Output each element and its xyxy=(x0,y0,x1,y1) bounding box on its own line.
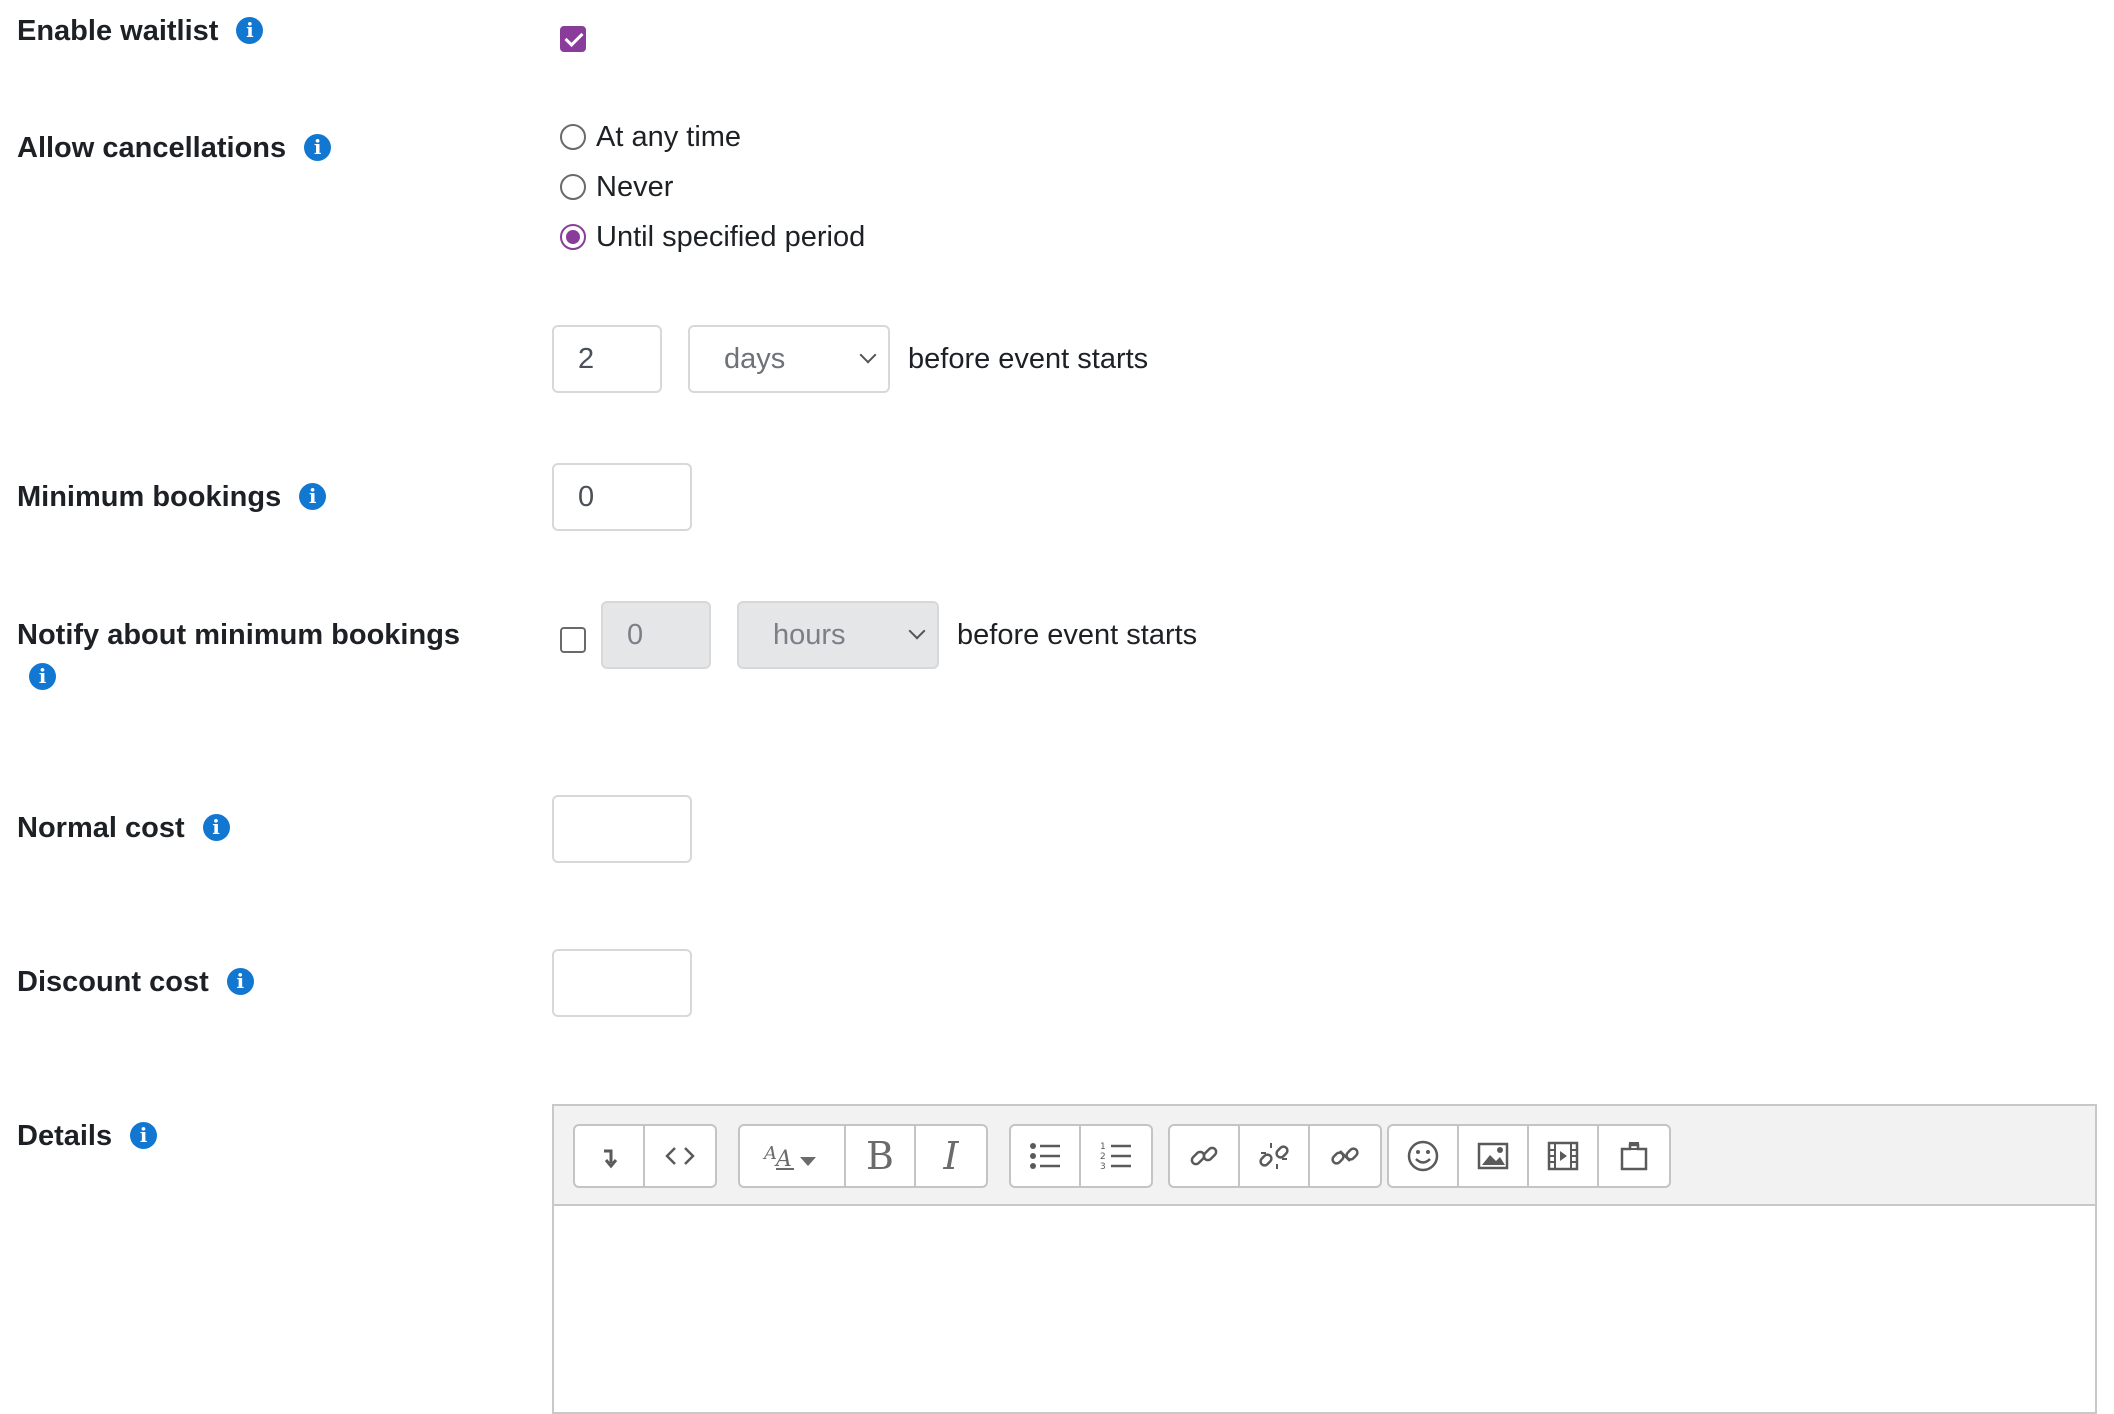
toolbar-group xyxy=(1387,1124,1671,1188)
emoji-icon[interactable] xyxy=(1389,1126,1459,1186)
radio-never[interactable]: Never xyxy=(560,167,673,207)
html-icon[interactable] xyxy=(645,1126,715,1186)
media-icon[interactable] xyxy=(1529,1126,1599,1186)
italic-icon[interactable]: I xyxy=(916,1126,986,1186)
notify-suffix: before event starts xyxy=(957,619,1198,651)
info-icon[interactable]: i xyxy=(130,1121,158,1149)
unordered-list-icon[interactable] xyxy=(1011,1126,1081,1186)
info-icon[interactable]: i xyxy=(236,16,264,44)
info-icon[interactable]: i xyxy=(29,662,56,690)
details-label: Details i xyxy=(17,1119,158,1153)
unlink-icon[interactable] xyxy=(1240,1126,1310,1186)
chevron-down-icon xyxy=(859,346,877,364)
cancellation-suffix: before event starts xyxy=(908,343,1149,375)
discount-cost-text: Discount cost xyxy=(17,966,209,998)
minimum-bookings-text: Minimum bookings xyxy=(17,481,282,513)
info-icon[interactable]: i xyxy=(226,967,254,995)
radio-label: Never xyxy=(596,170,674,203)
image-icon[interactable] xyxy=(1459,1126,1529,1186)
details-editor[interactable]: AA B I 123 xyxy=(552,1104,2097,1414)
radio-at-any-time[interactable]: At any time xyxy=(560,117,741,157)
font-size-icon[interactable]: AA xyxy=(740,1126,846,1186)
select-value: days xyxy=(724,343,786,375)
allow-cancellations-text: Allow cancellations xyxy=(17,132,287,164)
details-text: Details xyxy=(17,1120,113,1152)
cancellation-period-input[interactable]: 2 xyxy=(552,325,662,393)
minimum-bookings-input[interactable]: 0 xyxy=(552,463,692,531)
svg-text:2: 2 xyxy=(1100,1152,1106,1162)
ordered-list-icon[interactable]: 123 xyxy=(1081,1126,1151,1186)
notify-minimum-bookings-text: Notify about minimum bookings xyxy=(17,619,461,651)
toolbar-group xyxy=(573,1124,717,1188)
radio-until-specified-period[interactable]: Until specified period xyxy=(560,217,865,257)
info-icon[interactable]: i xyxy=(304,133,332,161)
notify-value-input[interactable]: 0 xyxy=(601,601,711,669)
italic-glyph: I xyxy=(943,1134,959,1178)
info-icon[interactable]: i xyxy=(202,813,230,841)
normal-cost-input[interactable] xyxy=(552,795,692,863)
discount-cost-input[interactable] xyxy=(552,949,692,1017)
radio-label: Until specified period xyxy=(596,220,866,253)
enable-waitlist-text: Enable waitlist xyxy=(17,15,219,47)
notify-minimum-bookings-checkbox[interactable] xyxy=(560,627,586,653)
radio-button[interactable] xyxy=(560,124,586,150)
info-icon[interactable]: i xyxy=(299,482,327,510)
notify-minimum-bookings-label: Notify about minimum bookings i xyxy=(17,614,487,698)
bold-glyph: B xyxy=(866,1134,894,1178)
svg-text:1: 1 xyxy=(1100,1142,1106,1152)
normal-cost-label: Normal cost i xyxy=(17,811,230,845)
allow-cancellations-label: Allow cancellations i xyxy=(17,131,332,165)
enable-waitlist-label: Enable waitlist i xyxy=(17,14,264,48)
svg-text:A: A xyxy=(762,1143,777,1164)
enable-waitlist-checkbox[interactable] xyxy=(560,26,586,52)
notify-unit-select[interactable]: hours xyxy=(737,601,939,669)
minimum-bookings-label: Minimum bookings i xyxy=(17,480,327,514)
radio-button[interactable] xyxy=(560,224,586,250)
chevron-down-icon xyxy=(908,622,926,640)
radio-label: At any time xyxy=(596,120,742,153)
collapse-icon[interactable] xyxy=(575,1126,645,1186)
editor-toolbar: AA B I 123 xyxy=(554,1106,2095,1206)
select-value: hours xyxy=(773,619,846,651)
discount-cost-label: Discount cost i xyxy=(17,965,254,999)
recordrtc-icon[interactable] xyxy=(1599,1126,1669,1186)
toolbar-group xyxy=(1168,1124,1382,1188)
svg-text:3: 3 xyxy=(1100,1162,1106,1172)
link-icon[interactable] xyxy=(1170,1126,1240,1186)
editor-content-area[interactable] xyxy=(554,1206,2095,1406)
toolbar-group: AA B I xyxy=(738,1124,988,1188)
bold-icon[interactable]: B xyxy=(846,1126,916,1186)
radio-button[interactable] xyxy=(560,174,586,200)
cancellation-unit-select[interactable]: days xyxy=(688,325,890,393)
toolbar-group: 123 xyxy=(1009,1124,1153,1188)
manage-files-icon[interactable] xyxy=(1310,1126,1380,1186)
normal-cost-text: Normal cost xyxy=(17,812,185,844)
